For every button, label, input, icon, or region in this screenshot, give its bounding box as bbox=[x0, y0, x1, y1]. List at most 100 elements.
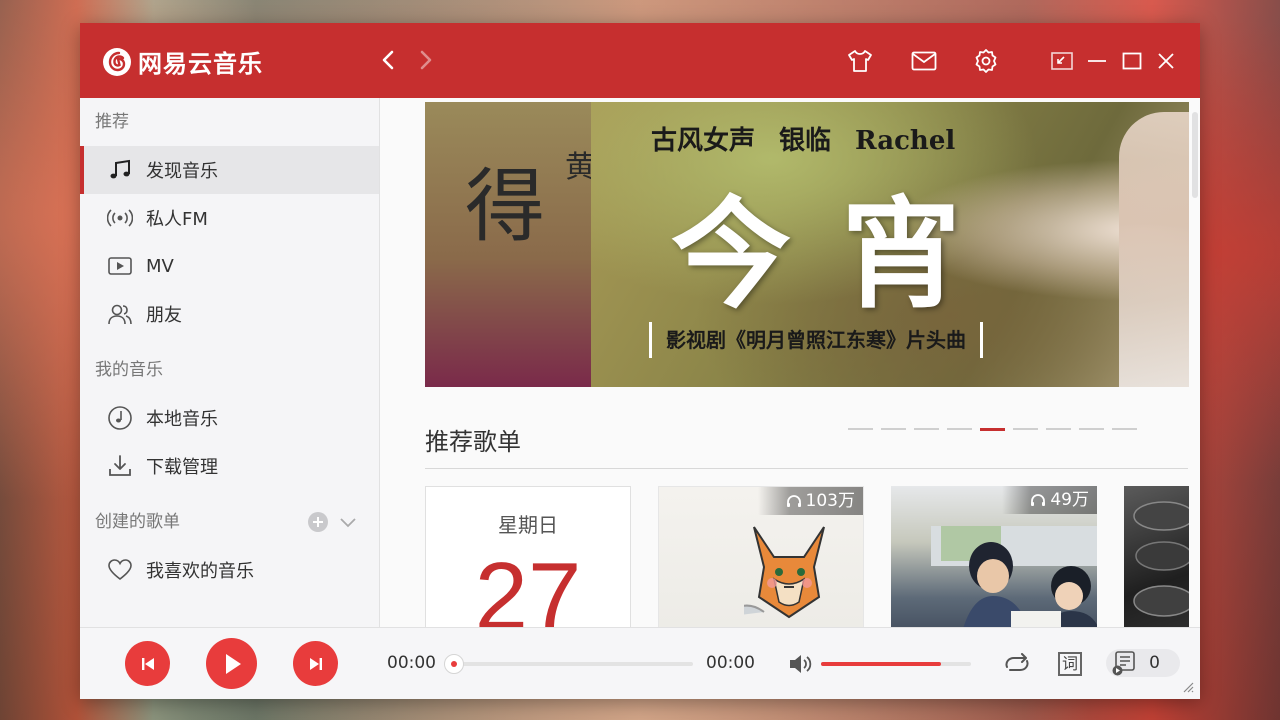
app-logo[interactable]: 网易云音乐 bbox=[102, 44, 263, 79]
sidebar-item-local-music[interactable]: 本地音乐 bbox=[80, 394, 379, 442]
banner-dot[interactable] bbox=[1112, 428, 1137, 430]
playlist-count: 0 bbox=[1149, 653, 1160, 673]
sidebar-item-mv[interactable]: MV bbox=[80, 242, 379, 290]
chevron-down-icon[interactable] bbox=[339, 516, 357, 528]
close-icon bbox=[1158, 53, 1174, 69]
minimize-icon bbox=[1088, 60, 1106, 62]
next-track-button[interactable] bbox=[293, 641, 338, 686]
mail-icon bbox=[911, 51, 937, 71]
banner-artist: 银临 bbox=[779, 126, 832, 156]
add-playlist-icon[interactable] bbox=[307, 511, 329, 533]
playlist-card[interactable] bbox=[1124, 486, 1189, 627]
banner-dot[interactable] bbox=[1013, 428, 1038, 430]
banner-peek-small-char: 黄 bbox=[565, 150, 591, 185]
forward-button[interactable] bbox=[414, 47, 438, 73]
current-time: 00:00 bbox=[387, 653, 436, 673]
daily-weekday: 星期日 bbox=[498, 513, 558, 537]
app-title: 网易云音乐 bbox=[138, 50, 263, 78]
sidebar-section-label: 创建的歌单 bbox=[95, 512, 180, 532]
shirt-icon bbox=[848, 50, 872, 72]
music-note-icon bbox=[107, 157, 133, 183]
sidebar-item-discover-music[interactable]: 发现音乐 bbox=[80, 146, 379, 194]
banner-previous-slide[interactable]: 得 黄 bbox=[425, 102, 591, 387]
resize-grip-icon[interactable] bbox=[1182, 681, 1194, 693]
sidebar-item-label: 私人FM bbox=[146, 209, 208, 230]
sidebar-item-personal-fm[interactable]: 私人FM bbox=[80, 194, 379, 242]
close-button[interactable] bbox=[1152, 47, 1180, 75]
previous-track-button[interactable] bbox=[125, 641, 170, 686]
lyrics-label: 词 bbox=[1061, 654, 1078, 673]
maximize-icon bbox=[1122, 52, 1142, 70]
banner-dot[interactable] bbox=[848, 428, 873, 430]
banner-portrait bbox=[1119, 112, 1189, 387]
sidebar-item-label: MV bbox=[146, 255, 174, 277]
volume-slider[interactable] bbox=[821, 662, 971, 666]
daily-day-number: 27 bbox=[474, 543, 582, 627]
skip-previous-icon bbox=[141, 657, 154, 670]
main-scrollbar[interactable] bbox=[1192, 112, 1198, 198]
recommended-playlists-title[interactable]: 推荐歌单 bbox=[425, 422, 521, 457]
play-count: 103万 bbox=[805, 491, 855, 511]
sidebar-section-created-playlists: 创建的歌单 bbox=[80, 498, 379, 546]
headphones-icon bbox=[1031, 494, 1046, 506]
download-icon bbox=[107, 453, 133, 479]
settings-button[interactable] bbox=[972, 47, 1000, 75]
total-time: 00:00 bbox=[706, 653, 755, 673]
friends-icon bbox=[107, 301, 133, 327]
playlist-cover-art bbox=[1133, 501, 1189, 617]
mini-mode-button[interactable] bbox=[1048, 47, 1076, 75]
sidebar-section-recommend: 推荐 bbox=[95, 112, 129, 132]
volume-icon[interactable] bbox=[788, 652, 814, 676]
progress-handle[interactable] bbox=[444, 654, 464, 674]
sidebar-item-friends[interactable]: 朋友 bbox=[80, 290, 379, 338]
daily-recommend-card[interactable]: 星期日 27 bbox=[425, 486, 631, 627]
sidebar-item-label: 下载管理 bbox=[146, 457, 218, 478]
lyrics-button[interactable]: 词 bbox=[1058, 652, 1082, 676]
banner-current-slide[interactable]: 古风女声 银临 Rachel 今宵 影视剧《明月曾照江东寒》片头曲 bbox=[591, 102, 1189, 387]
titlebar: 网易云音乐 bbox=[80, 23, 1200, 98]
playlist-cards: 星期日 27 103万 49万 bbox=[425, 486, 1189, 627]
skip-next-icon bbox=[309, 657, 322, 670]
banner-subtitle: 影视剧《明月曾照江东寒》片头曲 bbox=[649, 322, 983, 358]
messages-button[interactable] bbox=[910, 47, 938, 75]
heart-icon bbox=[107, 557, 133, 583]
sidebar: 推荐 发现音乐 私人FM MV 朋友 我的音乐 本地音乐 下载管理 创建的歌单 … bbox=[80, 98, 380, 627]
sidebar-item-label: 朋友 bbox=[146, 305, 182, 326]
playlist-cover-art bbox=[744, 526, 825, 619]
play-button[interactable] bbox=[206, 638, 257, 689]
created-playlist-actions bbox=[307, 511, 357, 533]
section-divider bbox=[425, 468, 1188, 469]
banner-dot[interactable] bbox=[881, 428, 906, 430]
play-count-badge: 103万 bbox=[757, 487, 863, 515]
banner-dot[interactable] bbox=[947, 428, 972, 430]
banner-dot[interactable] bbox=[1079, 428, 1104, 430]
skin-button[interactable] bbox=[846, 47, 874, 75]
banner-dot[interactable] bbox=[980, 428, 1005, 431]
sidebar-item-downloads[interactable]: 下载管理 bbox=[80, 442, 379, 490]
banner-carousel[interactable]: 得 黄 古风女声 银临 Rachel 今宵 影视剧《明月曾照江东寒》片头曲 bbox=[425, 102, 1189, 387]
progress-bar[interactable] bbox=[444, 654, 693, 674]
repeat-mode-button[interactable] bbox=[1002, 650, 1032, 678]
arrow-right-icon bbox=[420, 50, 432, 70]
banner-headline-prefix: 古风女声 bbox=[651, 126, 756, 156]
maximize-button[interactable] bbox=[1118, 47, 1146, 75]
back-button[interactable] bbox=[376, 47, 400, 73]
sidebar-item-liked-music[interactable]: 我喜欢的音乐 bbox=[80, 546, 379, 594]
banner-dot[interactable] bbox=[914, 428, 939, 430]
playlist-cover-art bbox=[931, 526, 1097, 627]
netease-logo-icon bbox=[103, 47, 131, 76]
banner-dots bbox=[848, 428, 1137, 431]
sidebar-section-my-music: 我的音乐 bbox=[95, 360, 163, 380]
banner-headline: 古风女声 银临 Rachel bbox=[651, 120, 955, 157]
playlist-button[interactable]: 0 bbox=[1106, 649, 1180, 677]
local-music-icon bbox=[107, 405, 133, 431]
volume-level bbox=[821, 662, 941, 666]
playlist-card[interactable]: 103万 bbox=[658, 486, 864, 627]
sidebar-item-label: 本地音乐 bbox=[146, 409, 218, 430]
playlist-card[interactable]: 49万 bbox=[891, 486, 1097, 627]
banner-dot[interactable] bbox=[1046, 428, 1071, 430]
minimize-button[interactable] bbox=[1083, 47, 1111, 75]
headphones-icon bbox=[786, 495, 801, 507]
gear-icon bbox=[975, 49, 997, 73]
banner-artist-en: Rachel bbox=[855, 126, 956, 156]
